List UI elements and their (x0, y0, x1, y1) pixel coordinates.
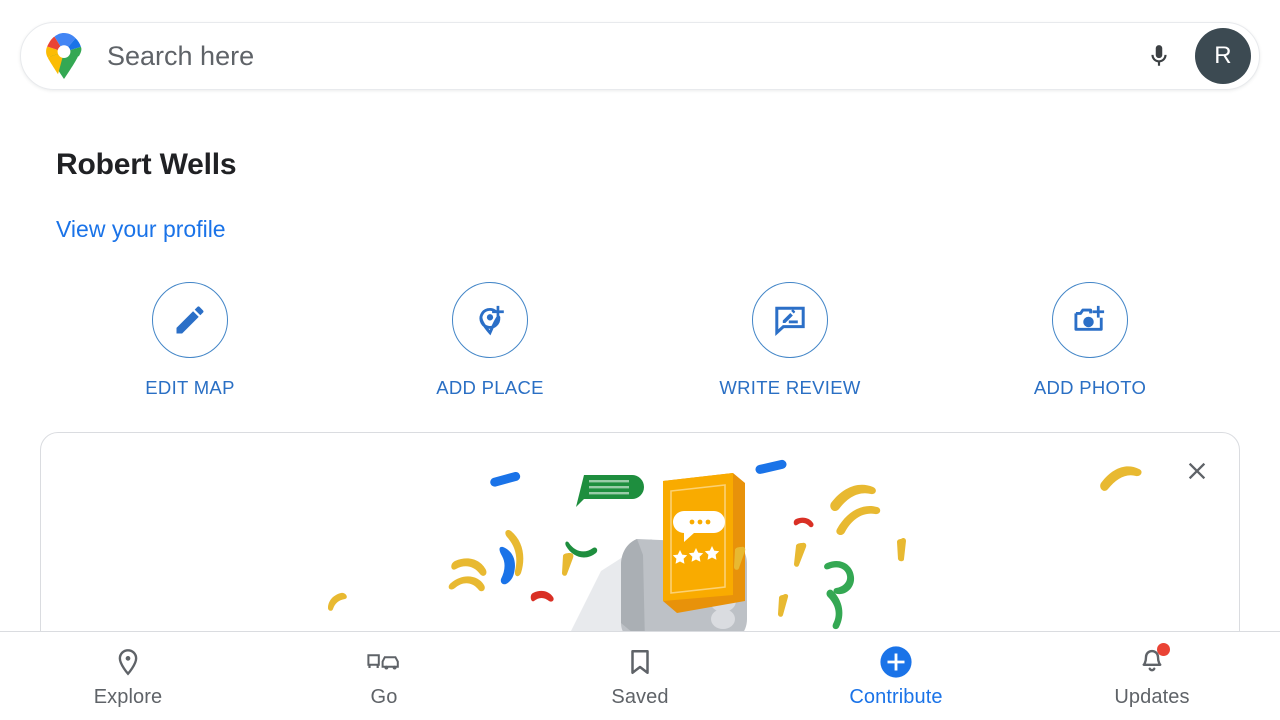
action-add-photo-label: ADD PHOTO (1033, 377, 1147, 398)
nav-item-contribute[interactable]: Contribute (768, 632, 1024, 720)
nav-contribute-icon-wrap (879, 644, 913, 680)
nav-item-go[interactable]: Go (256, 632, 512, 720)
updates-notification-badge (1157, 642, 1170, 656)
nav-updates-label: Updates (1114, 685, 1190, 708)
nav-item-explore[interactable]: Explore (0, 632, 256, 720)
nav-go-icon-wrap (366, 644, 402, 680)
action-write-review[interactable]: WRITE REVIEW (640, 282, 940, 399)
nav-item-saved[interactable]: Saved (512, 632, 768, 720)
camera-plus-icon (1074, 305, 1105, 331)
amber-phone (663, 473, 745, 613)
contribute-actions-row: EDIT MAP ADD PLACE WRITE REVIEW ADD PHOT… (40, 282, 1240, 399)
review-bubble-pencil-icon (775, 306, 805, 336)
nav-updates-icon-wrap (1137, 642, 1170, 680)
pencil-icon (176, 306, 204, 334)
action-edit-map-label: EDIT MAP (145, 377, 235, 398)
action-add-photo[interactable]: ADD PHOTO (940, 282, 1240, 399)
bottom-navigation-bar: Explore Go Saved Contribute Updates (0, 631, 1280, 720)
account-avatar[interactable]: R (1195, 28, 1251, 84)
nav-contribute-label: Contribute (849, 685, 943, 708)
nav-saved-label: Saved (611, 685, 669, 708)
nav-go-label: Go (370, 685, 398, 708)
action-add-place[interactable]: ADD PLACE (340, 282, 640, 399)
profile-name: Robert Wells (56, 148, 237, 181)
voice-search-button[interactable] (1135, 32, 1183, 80)
view-profile-link[interactable]: View your profile (56, 216, 226, 243)
add-place-pin-icon (479, 305, 504, 336)
hand-holding-phone-with-confetti-illustration (328, 459, 1142, 643)
search-bar[interactable]: R (20, 22, 1260, 90)
action-add-place-circle (452, 282, 528, 358)
bookmark-outline-icon (631, 649, 649, 674)
nav-explore-icon-wrap (113, 644, 143, 680)
action-edit-map-circle (152, 282, 228, 358)
google-maps-contribute-screen: R Robert Wells View your profile EDIT MA… (0, 0, 1280, 720)
transit-commute-icon (367, 653, 399, 669)
action-add-photo-circle (1052, 282, 1128, 358)
nav-saved-icon-wrap (625, 644, 655, 680)
close-x-icon (1188, 462, 1206, 480)
map-pin-outline-icon (118, 648, 138, 676)
search-input[interactable] (107, 40, 1135, 72)
action-add-place-label: ADD PLACE (436, 377, 544, 398)
microphone-icon (1151, 45, 1167, 66)
action-edit-map[interactable]: EDIT MAP (40, 282, 340, 399)
nav-explore-label: Explore (93, 685, 163, 708)
close-promo-button[interactable] (1175, 449, 1219, 493)
google-maps-pin-icon (46, 33, 82, 79)
action-write-review-label: WRITE REVIEW (719, 377, 861, 398)
nav-item-updates[interactable]: Updates (1024, 632, 1280, 720)
plus-circle-filled-icon (880, 645, 912, 678)
action-write-review-circle (752, 282, 828, 358)
